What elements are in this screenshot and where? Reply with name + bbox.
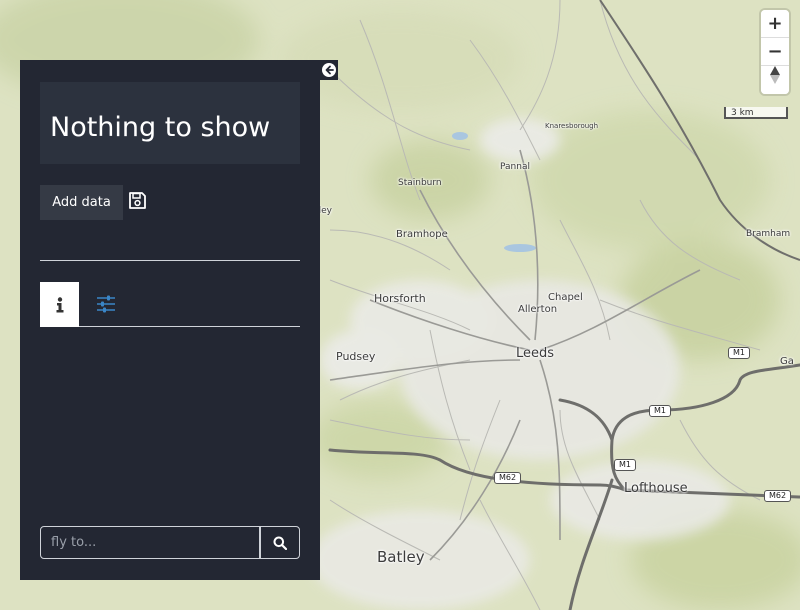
road-shield: M1 <box>728 347 750 359</box>
road-shield: M1 <box>614 459 636 471</box>
road-shield: M62 <box>764 490 792 502</box>
zoom-out-button[interactable]: − <box>761 38 789 66</box>
search-icon <box>273 536 287 550</box>
save-icon <box>129 192 146 209</box>
place-label: Lofthouse <box>624 481 688 496</box>
arrow-left-icon <box>325 65 334 75</box>
zoom-control: + − <box>761 10 789 94</box>
place-label: Stainburn <box>398 178 442 188</box>
compass-icon <box>770 66 780 84</box>
place-label: Batley <box>377 548 425 566</box>
tab-underline <box>79 326 300 327</box>
road-shield: M1 <box>649 405 671 417</box>
place-label: Bramhope <box>396 229 448 240</box>
tab-info[interactable] <box>40 282 79 327</box>
zoom-in-button[interactable]: + <box>761 10 789 38</box>
title-box: Nothing to show <box>40 82 300 164</box>
place-label: Knaresborough <box>545 122 599 130</box>
search-button[interactable] <box>260 526 300 559</box>
add-data-button[interactable]: Add data <box>40 185 123 220</box>
panel-title: Nothing to show <box>50 112 271 143</box>
place-label: Chapel <box>548 292 583 303</box>
tab-settings[interactable] <box>92 290 120 318</box>
collapse-panel-button[interactable] <box>320 60 338 80</box>
place-label: Ga <box>780 356 794 367</box>
scale-bar: 3 km <box>724 107 788 119</box>
fly-to-input[interactable] <box>40 526 260 559</box>
road-shield: M62 <box>494 472 522 484</box>
compass-button[interactable] <box>761 66 789 94</box>
side-panel: Nothing to show Add data <box>20 60 320 580</box>
place-label: Allerton <box>518 304 558 315</box>
collapse-circle <box>322 63 336 77</box>
place-label: Leeds <box>516 346 555 361</box>
save-button[interactable] <box>128 191 147 210</box>
sliders-icon <box>97 295 115 313</box>
place-label: Pudsey <box>336 350 376 363</box>
place-label: Horsforth <box>374 292 426 305</box>
divider <box>40 260 300 261</box>
place-label: Bramham <box>746 229 791 239</box>
place-label: Pannal <box>500 162 530 172</box>
info-icon <box>56 296 63 312</box>
